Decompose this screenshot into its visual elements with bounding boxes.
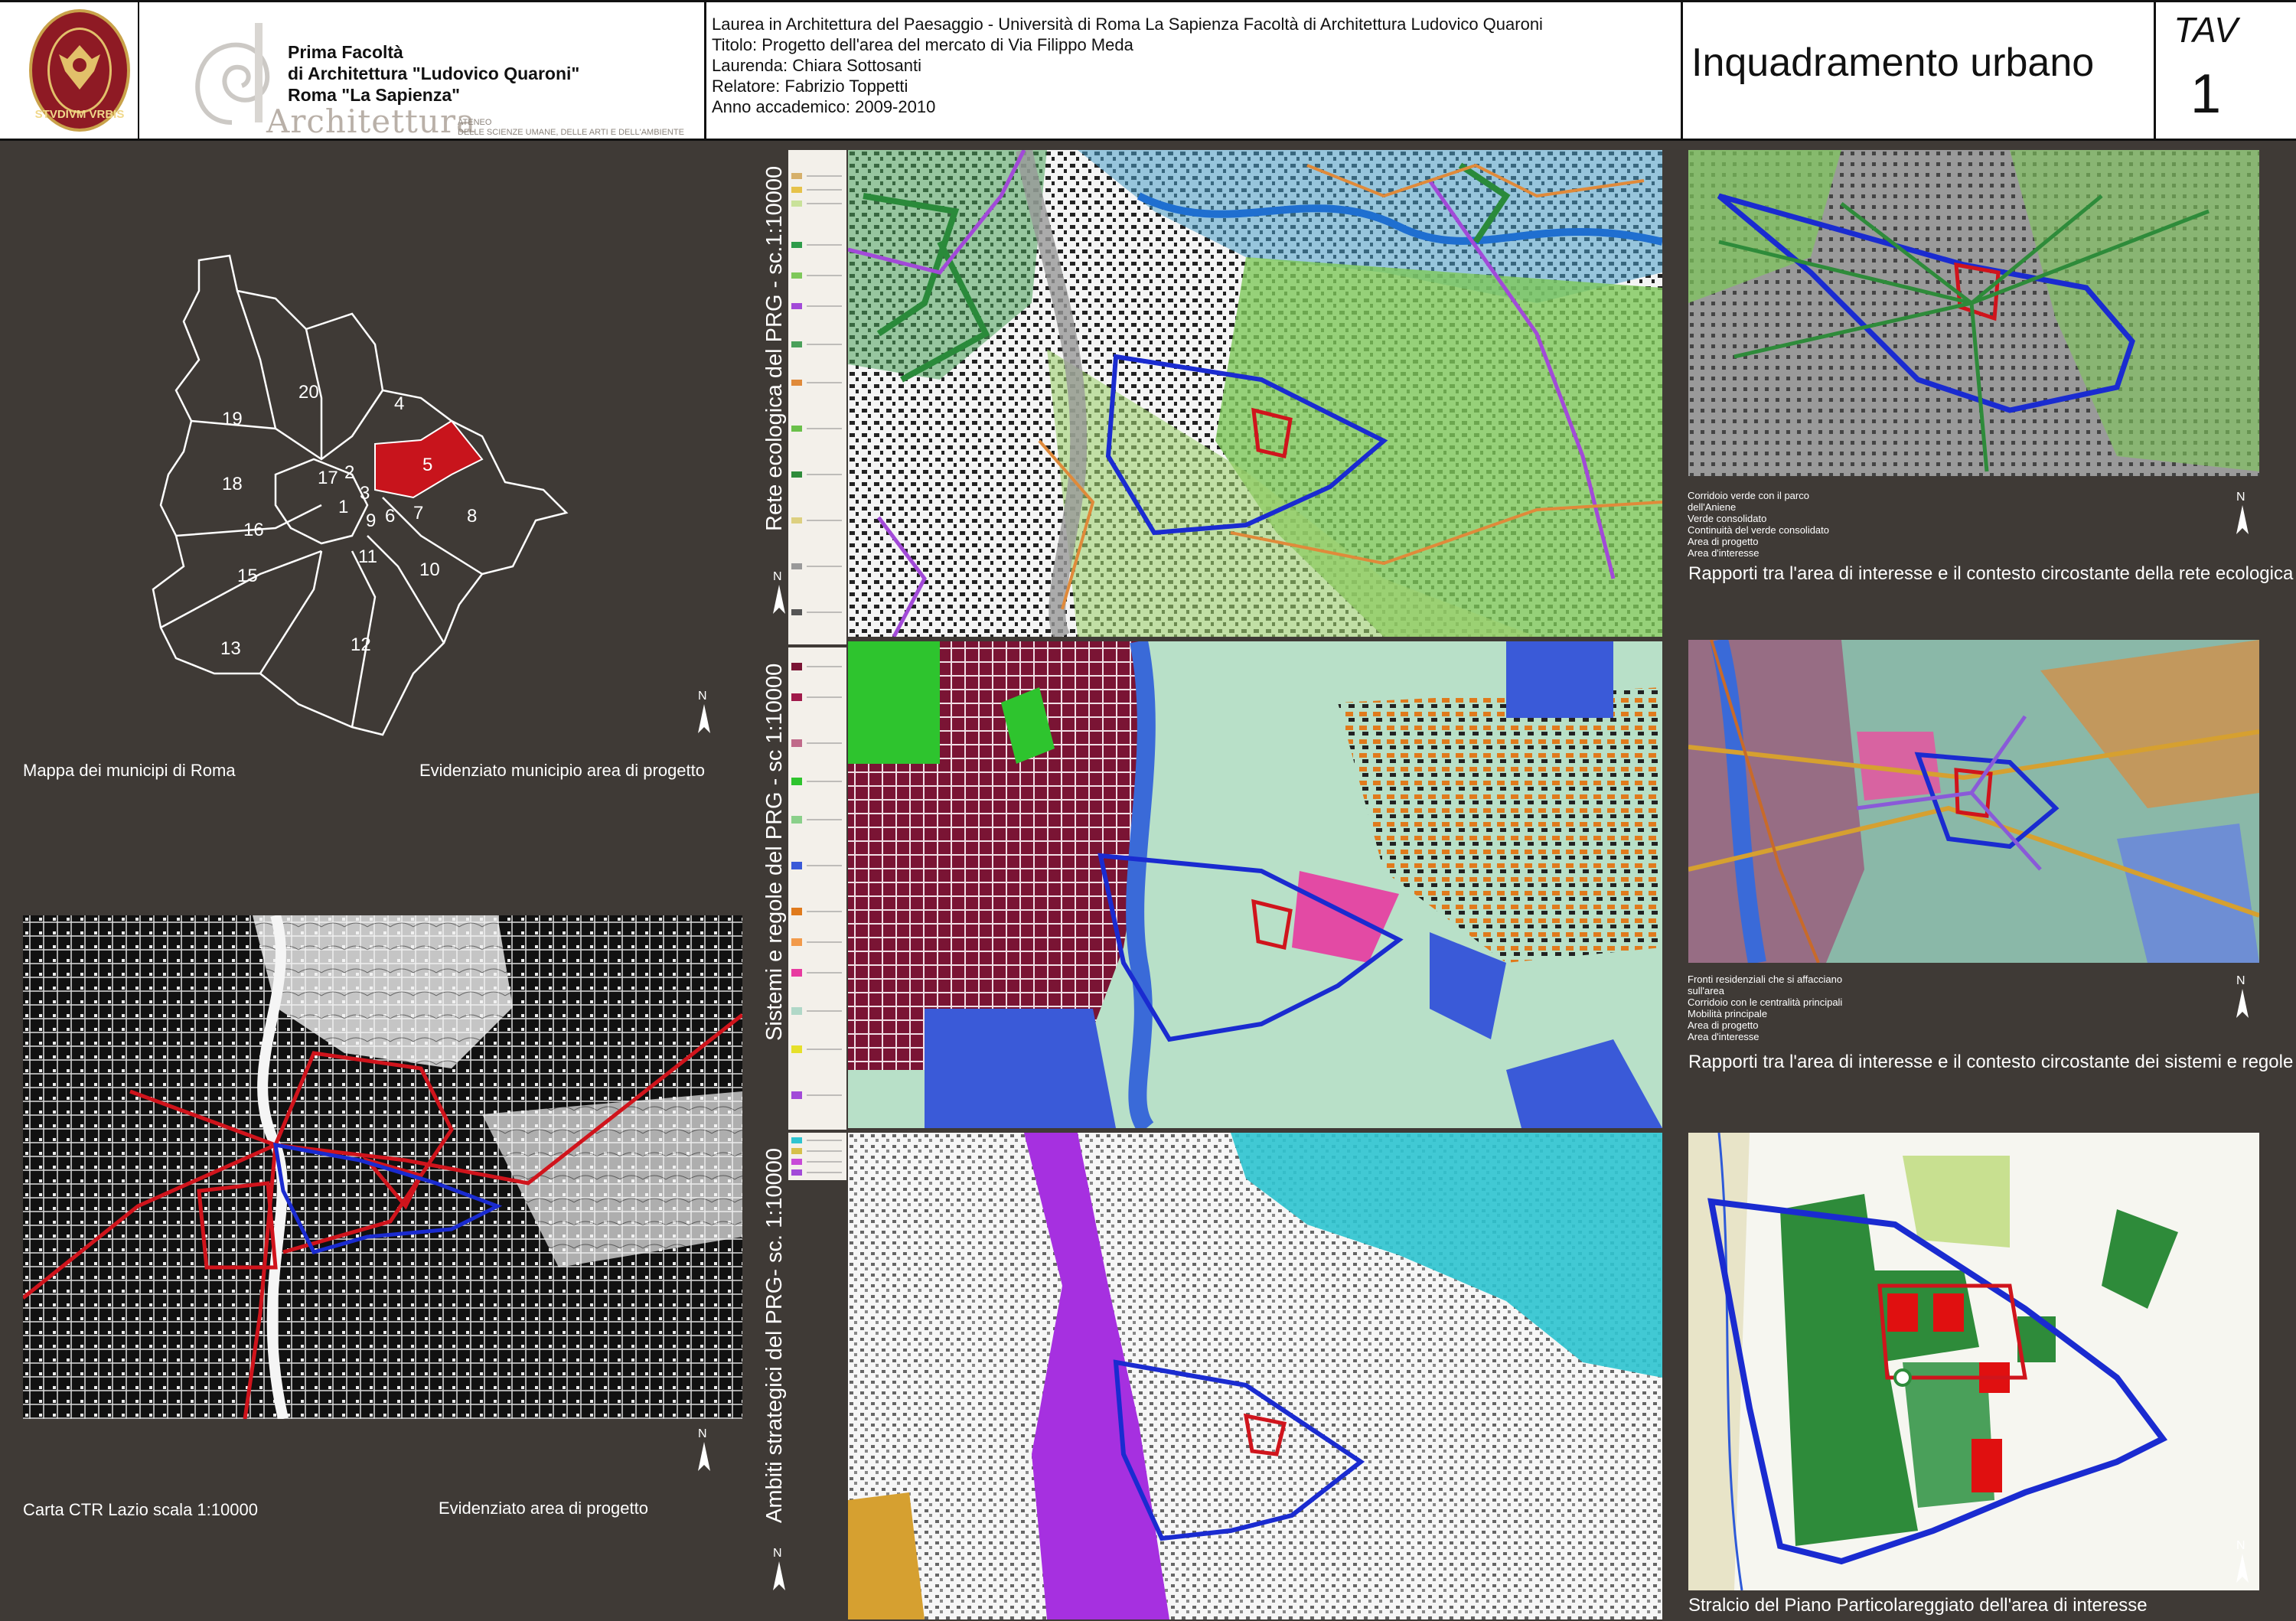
municipio-number: 5 (422, 455, 432, 475)
ateneo-line: ATENEO (458, 118, 492, 127)
municipio-boundary (259, 550, 323, 674)
rete-ecologica-map (848, 150, 1662, 637)
legend-item: Area di progetto (1688, 536, 1759, 547)
legend-item: Mobilità principale (1688, 1008, 1768, 1019)
frame-line (704, 0, 706, 141)
rete-ecologica-label: Rete ecologica del PRG - sc.1:10000 (762, 165, 787, 531)
legend-item: Corridoio con le centralità principali (1688, 996, 1843, 1008)
municipio-number: 13 (220, 638, 241, 659)
ambiti-strategici-legend (788, 1133, 846, 1180)
legend-item: Area d'interesse (1688, 547, 1760, 559)
systems-caption: Rapporti tra l'area di interesse e il co… (1688, 1052, 2294, 1072)
legend-item: Area d'interesse (1688, 1031, 1760, 1042)
municipio-number: 20 (298, 382, 319, 403)
municipio-number: 2 (344, 462, 354, 483)
project-info: Laurea in Architettura del Paesaggio - U… (712, 14, 1543, 117)
info-line: Laurenda: Chiara Sottosanti (712, 56, 921, 75)
info-line: Laurea in Architettura del Paesaggio - U… (712, 15, 1543, 34)
frame-line (1681, 0, 1683, 141)
legend-item: Fronti residenziali che si affacciano su… (1688, 974, 1843, 996)
architettura-logo: Architettura (266, 103, 477, 140)
municipi-highlight-caption: Evidenziato municipio area di progetto (419, 761, 706, 780)
municipio-number: 4 (394, 393, 404, 414)
piano-caption: Stralcio del Piano Particolareggiato del… (1688, 1595, 2148, 1616)
ambiti-strategici-map (848, 1133, 1662, 1619)
seal-motto: STVDIVM VRBIS (34, 108, 125, 121)
info-line: Relatore: Fabrizio Toppetti (712, 77, 908, 96)
sheet-title: Inquadramento urbano (1691, 41, 2095, 85)
faculty-line: Prima Facoltà (288, 42, 403, 62)
north-label: N (2236, 974, 2245, 987)
municipio-number: 7 (413, 503, 423, 523)
sistemi-regole-map (848, 641, 1662, 1128)
systems-legend: Fronti residenziali che si affacciano su… (1688, 974, 1856, 1042)
municipio-number: 1 (338, 497, 348, 517)
faculty-logo: Prima Facoltà di Architettura "Ludovico … (174, 11, 703, 140)
north-label: N (773, 570, 782, 583)
north-arrow-icon: N (698, 690, 710, 733)
municipio-number: 11 (358, 546, 377, 567)
title-block: STVDIVM VRBIS Prima Facoltà di Architett… (0, 0, 2296, 141)
north-label: N (2236, 1539, 2245, 1552)
sistemi-regole-label: Sistemi e regole del PRG - sc 1:10000 (762, 663, 787, 1041)
north-label: N (698, 690, 707, 703)
ateneo-line: DELLE SCIENZE UMANE, DELLE ARTI E DELL'A… (458, 128, 684, 137)
frame-line (2154, 0, 2156, 141)
municipio-number: 15 (237, 566, 258, 586)
north-label: N (698, 1427, 707, 1440)
legend-item: Continuità del verde consolidato (1688, 524, 1830, 536)
municipio-number: 9 (366, 510, 376, 531)
tav-number: 1 (2190, 64, 2222, 125)
ambiti-strategici-label: Ambiti strategici del PRG- sc. 1:10000 (762, 1148, 787, 1523)
eco-caption: Rapporti tra l'area di interesse e il co… (1688, 563, 2294, 584)
north-arrow-icon: N (2236, 1539, 2249, 1583)
eco-relation-map (1688, 150, 2259, 476)
municipio-number: 6 (385, 506, 395, 527)
north-label: N (773, 1547, 782, 1560)
ctr-highlight-caption: Evidenziato area di progetto (439, 1499, 648, 1518)
rete-ecologica-legend (788, 150, 846, 644)
municipio-number: 8 (467, 506, 477, 527)
ctr-map (23, 915, 742, 1419)
north-arrow-icon: N (773, 1547, 785, 1590)
municipio-number: 16 (243, 520, 264, 540)
municipio-number: 18 (222, 474, 243, 494)
sistemi-regole-legend (788, 647, 846, 1130)
north-arrow-icon: N (2236, 974, 2249, 1018)
seal-emblem-icon (47, 28, 112, 113)
faculty-line: di Architettura "Ludovico Quaroni" (288, 64, 580, 83)
municipi-map: 20 4 19 5 18 17 2 3 1 16 9 6 7 8 15 11 1… (152, 254, 569, 736)
municipi-caption: Mappa dei municipi di Roma (23, 761, 236, 780)
info-line: Anno accademico: 2009-2010 (712, 97, 936, 116)
ctr-caption: Carta CTR Lazio scala 1:10000 (23, 1500, 258, 1519)
frame-line (138, 0, 139, 141)
frame-line (0, 0, 2296, 2)
municipio-boundary (191, 390, 384, 461)
municipio-number: 17 (318, 468, 338, 488)
north-arrow-icon: N (2236, 491, 2249, 534)
municipio-number: 12 (351, 634, 371, 655)
municipio-number: 19 (222, 409, 243, 429)
legend-item: Area di progetto (1688, 1019, 1759, 1031)
legend-item: Verde consolidato (1688, 513, 1767, 524)
architettura-subtitle: ATENEO DELLE SCIENZE UMANE, DELLE ARTI E… (458, 118, 684, 138)
municipio-boundary (236, 290, 277, 429)
municipio-number: 10 (419, 559, 440, 580)
north-label: N (2236, 491, 2245, 504)
north-arrow-icon: N (698, 1427, 710, 1471)
info-line: Titolo: Progetto dell'area del mercato d… (712, 35, 1133, 54)
tav-label: TAV (2174, 10, 2238, 50)
legend-item: Corridoio verde con il parco dell'Aniene (1688, 490, 1809, 513)
municipio-boundary (367, 535, 445, 644)
municipio-number: 3 (360, 483, 370, 504)
piano-particolareggiato-map (1688, 1133, 2259, 1590)
systems-relation-map (1688, 640, 2259, 963)
university-seal: STVDIVM VRBIS (29, 9, 130, 132)
faculty-name: Prima Facoltà di Architettura "Ludovico … (288, 41, 579, 106)
eco-legend: Corridoio verde con il parco dell'Aniene… (1688, 490, 1856, 559)
